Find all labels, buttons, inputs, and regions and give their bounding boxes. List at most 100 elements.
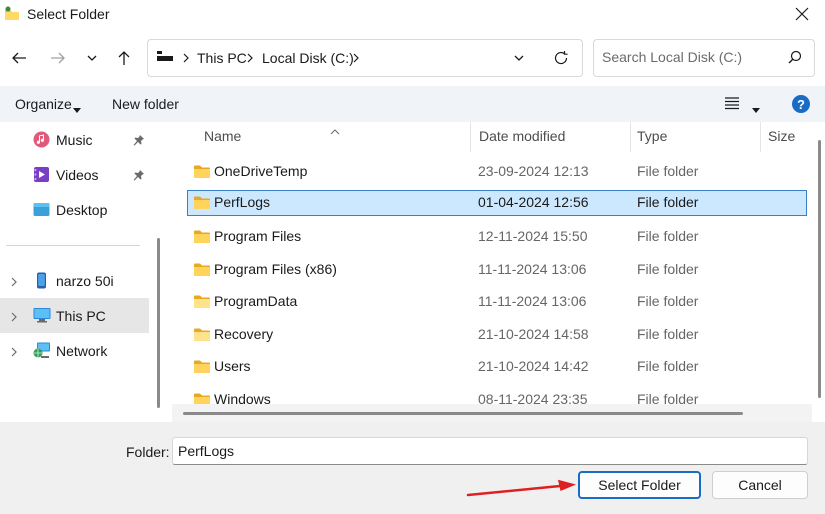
new-folder-button[interactable]: New folder [112, 96, 179, 112]
chevron-down-icon [86, 51, 98, 67]
folder-icon [193, 262, 211, 280]
sidebar-item-label: Desktop [56, 202, 108, 218]
column-header-name[interactable]: Name [204, 128, 241, 144]
sidebar-item-narzo[interactable]: narzo 50i [0, 263, 149, 298]
file-date: 21-10-2024 14:58 [478, 326, 589, 342]
table-row[interactable]: Users 21-10-2024 14:42 File folder [187, 354, 807, 380]
column-divider[interactable] [470, 122, 471, 152]
file-name: ProgramData [214, 293, 298, 309]
network-icon [33, 342, 50, 359]
table-row[interactable]: Windows 08-11-2024 23:35 File folder [187, 387, 807, 405]
videos-icon [33, 166, 50, 183]
horizontal-scrollbar[interactable] [183, 412, 743, 415]
file-date: 11-11-2024 13:06 [478, 261, 587, 277]
table-row-selected[interactable]: PerfLogs 01-04-2024 12:56 File folder [187, 190, 807, 216]
help-button[interactable]: ? [792, 95, 810, 113]
sidebar-item-label: Network [56, 343, 108, 359]
close-button[interactable] [779, 0, 825, 30]
file-date: 11-11-2024 13:06 [478, 293, 587, 309]
column-divider[interactable] [760, 122, 761, 152]
table-row[interactable]: OneDriveTemp 23-09-2024 12:13 File folde… [187, 159, 807, 185]
file-name: Program Files [214, 228, 302, 244]
chevron-right-icon [245, 49, 255, 70]
select-folder-button[interactable]: Select Folder [578, 471, 701, 499]
table-row[interactable]: ProgramData 11-11-2024 13:06 File folder [187, 289, 807, 315]
forward-button[interactable] [45, 46, 71, 72]
file-type: File folder [637, 391, 699, 405]
file-list: Name Date modified Type Size OneDriveTem… [168, 122, 825, 422]
chevron-right-icon[interactable] [10, 275, 18, 291]
file-date: 01-04-2024 12:56 [478, 194, 589, 210]
sidebar-item-videos[interactable]: Videos [0, 157, 149, 192]
caret-down-icon[interactable] [752, 101, 760, 117]
table-row[interactable]: Program Files 12-11-2024 15:50 File fold… [187, 224, 807, 250]
file-name: PerfLogs [214, 194, 271, 210]
file-type: File folder [637, 228, 699, 244]
file-type: File folder [637, 261, 699, 277]
chevron-right-icon[interactable] [351, 49, 361, 70]
folder-icon [193, 327, 211, 345]
vertical-scrollbar[interactable] [818, 140, 821, 398]
title-bar: Select Folder [0, 0, 825, 30]
music-icon [33, 131, 50, 148]
window-title: Select Folder [27, 6, 110, 22]
pin-icon [133, 133, 145, 149]
sidebar-item-network[interactable]: Network [0, 333, 149, 368]
file-date: 08-11-2024 23:35 [478, 391, 588, 405]
select-folder-label: Select Folder [598, 477, 681, 493]
file-type: File folder [637, 358, 699, 374]
sidebar-item-desktop[interactable]: Desktop [0, 192, 149, 227]
sidebar-item-label: Videos [56, 167, 99, 183]
up-button[interactable] [111, 46, 137, 72]
file-name: Program Files (x86) [214, 261, 337, 277]
chevron-right-icon[interactable] [10, 310, 18, 326]
pin-icon [133, 168, 145, 184]
sidebar-item-label: Music [56, 132, 93, 148]
arrow-right-icon [50, 50, 66, 69]
table-row[interactable]: Recovery 21-10-2024 14:58 File folder [187, 322, 807, 348]
search-input[interactable] [602, 49, 782, 65]
red-arrow-annotation [466, 479, 578, 502]
view-options-icon[interactable] [724, 96, 740, 113]
file-type: File folder [637, 163, 699, 179]
this-pc-icon [156, 50, 174, 67]
recent-locations-button[interactable] [79, 46, 105, 72]
cancel-button[interactable]: Cancel [712, 471, 808, 499]
address-bar[interactable]: This PC Local Disk (C:) [147, 39, 583, 77]
phone-icon [33, 272, 50, 289]
refresh-button[interactable] [550, 48, 572, 70]
file-name: OneDriveTemp [214, 163, 308, 179]
column-header-type[interactable]: Type [637, 128, 667, 144]
file-type: File folder [637, 194, 699, 210]
sidebar-item-music[interactable]: Music [0, 122, 149, 157]
chevron-down-icon [513, 51, 525, 67]
table-row[interactable]: Program Files (x86) 11-11-2024 13:06 Fil… [187, 257, 807, 283]
chevron-right-icon[interactable] [10, 345, 18, 361]
folder-name-input[interactable] [172, 437, 808, 465]
navigation-pane: Music Videos Desktop narzo 50i This PC N… [0, 122, 168, 422]
sidebar-scrollbar[interactable] [157, 238, 160, 408]
breadcrumb-local-disk[interactable]: Local Disk (C:) [262, 50, 354, 66]
column-header-size[interactable]: Size [768, 128, 795, 144]
sidebar-item-label: This PC [56, 308, 106, 324]
breadcrumb-this-pc[interactable]: This PC [197, 50, 247, 66]
file-name: Users [214, 358, 251, 374]
arrow-up-icon [116, 50, 132, 69]
sort-ascending-icon [330, 122, 340, 138]
file-date: 12-11-2024 15:50 [478, 228, 588, 244]
column-header-date[interactable]: Date modified [479, 128, 565, 144]
command-bar: Organize New folder ? [0, 86, 825, 122]
sidebar-item-this-pc[interactable]: This PC [0, 298, 149, 333]
arrow-left-icon [11, 50, 27, 69]
search-icon[interactable] [788, 50, 802, 67]
organize-button[interactable]: Organize [15, 96, 72, 112]
folder-icon [193, 359, 211, 377]
file-name: Recovery [214, 326, 274, 342]
column-divider[interactable] [630, 122, 631, 152]
caret-down-icon[interactable] [73, 101, 81, 117]
search-box[interactable] [593, 39, 815, 77]
back-button[interactable] [6, 46, 32, 72]
address-history-button[interactable] [509, 50, 529, 68]
folder-label: Folder: [126, 444, 170, 460]
footer-panel: Folder: Select Folder Cancel [0, 422, 825, 514]
